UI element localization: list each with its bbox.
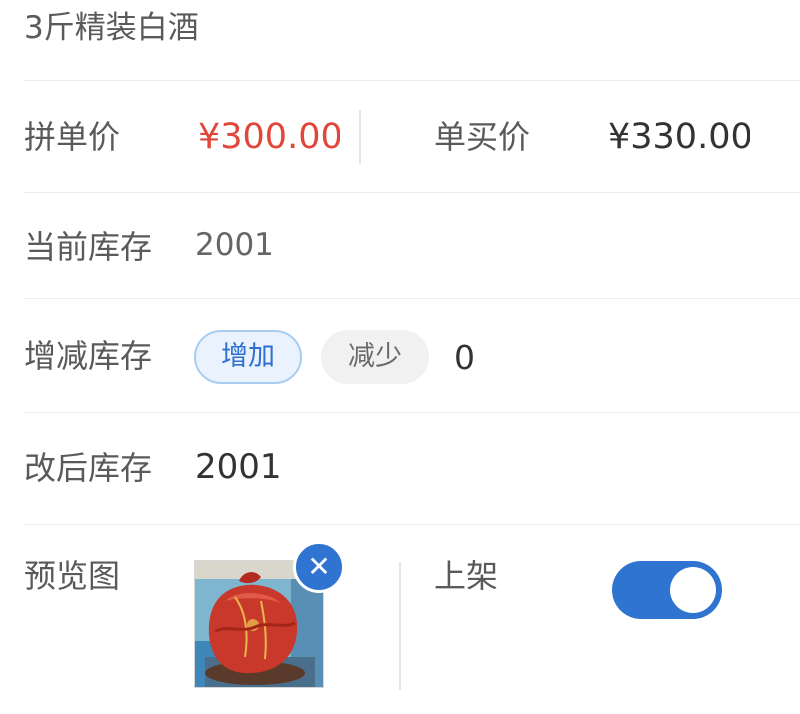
product-name: 3斤精装白酒 bbox=[24, 10, 199, 46]
price-divider bbox=[359, 110, 361, 164]
increase-stock-button[interactable]: 增加 bbox=[194, 330, 302, 384]
listing-toggle[interactable] bbox=[612, 561, 722, 619]
listing-label: 上架 bbox=[434, 557, 499, 595]
adjust-stock-label: 增减库存 bbox=[24, 337, 153, 375]
single-price-label: 单买价 bbox=[434, 118, 531, 156]
preview-label: 预览图 bbox=[24, 557, 121, 595]
group-price-input[interactable] bbox=[198, 117, 340, 157]
after-stock-value: 2001 bbox=[195, 447, 282, 487]
single-price-input[interactable] bbox=[608, 117, 750, 157]
group-price-label: 拼单价 bbox=[24, 118, 121, 156]
divider bbox=[24, 524, 800, 525]
divider bbox=[24, 412, 800, 413]
divider bbox=[24, 298, 800, 299]
current-stock-value: 2001 bbox=[195, 227, 274, 263]
toggle-knob bbox=[670, 567, 716, 613]
current-stock-label: 当前库存 bbox=[24, 228, 153, 266]
remove-image-button[interactable]: ✕ bbox=[293, 541, 345, 593]
after-stock-label: 改后库存 bbox=[24, 449, 153, 487]
adjust-stock-input[interactable] bbox=[454, 337, 574, 377]
decrease-stock-button[interactable]: 减少 bbox=[321, 330, 429, 384]
product-edit-form: 3斤精装白酒 拼单价 单买价 当前库存 2001 增减库存 增加 减少 改后库存… bbox=[0, 0, 800, 714]
divider bbox=[24, 192, 800, 193]
preview-divider bbox=[399, 562, 401, 690]
divider bbox=[24, 80, 800, 81]
